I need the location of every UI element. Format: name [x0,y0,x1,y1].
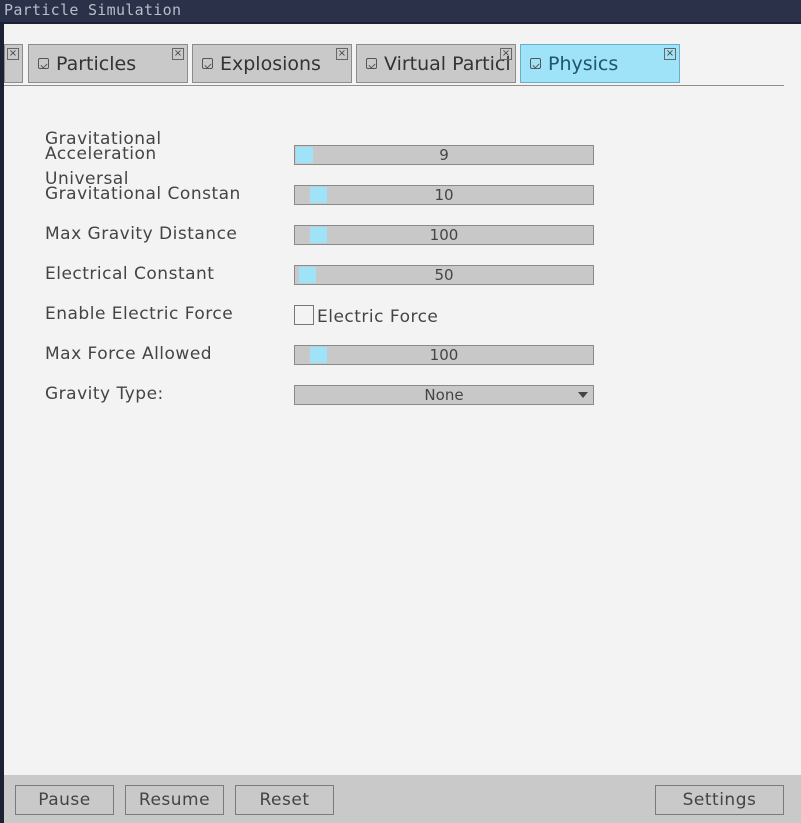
tab-strip: × Particles × Explosions × Virtual Parti… [4,44,784,86]
bottom-toolbar: Pause Resume Reset Settings [4,775,801,823]
max-gravity-distance-label: Max Gravity Distance [45,224,238,244]
label-line: Acceleration [45,144,157,164]
resume-button[interactable]: Resume [125,785,224,815]
slider-value: 100 [429,346,459,364]
dropdown-value: None [424,386,464,404]
max-force-allowed-slider[interactable]: 100 [294,345,594,365]
electrical-constant-slider[interactable]: 50 [294,265,594,285]
electric-force-checkbox-label[interactable]: Electric Force [317,307,438,327]
image-icon [202,58,213,69]
pause-button[interactable]: Pause [15,785,114,815]
universal-gravitational-constant-label: Universal Gravitational Constan [45,171,241,204]
gravity-type-label: Gravity Type: [45,384,164,404]
tab-virtual-particles[interactable]: Virtual Particles × [356,44,516,83]
chevron-down-icon[interactable] [578,392,588,398]
slider-value: 100 [429,226,459,244]
enable-electric-force-label: Enable Electric Force [45,304,234,324]
tab-particles[interactable]: Particles × [28,44,188,83]
window-title: Particle Simulation [0,0,801,22]
close-icon[interactable]: × [664,48,676,60]
image-icon [366,58,377,69]
close-icon[interactable]: × [172,48,184,60]
image-icon [530,58,541,69]
slider-value: 10 [434,186,454,204]
close-icon[interactable]: × [7,48,19,60]
settings-button[interactable]: Settings [655,785,784,815]
slider-value: 50 [434,266,454,284]
reset-button[interactable]: Reset [235,785,334,815]
tab-label: Particles [56,53,137,75]
tab-hidden[interactable]: × [4,44,23,83]
gravity-type-dropdown[interactable]: None [294,385,594,405]
close-icon[interactable]: × [336,48,348,60]
slider-value: 9 [439,146,449,164]
label-line: Gravitational Constan [45,184,241,204]
image-icon [38,58,49,69]
tab-label: Explosions [220,53,321,75]
tab-explosions[interactable]: Explosions × [192,44,352,83]
tab-label: Virtual Particles [384,53,510,75]
tab-label: Physics [548,53,619,75]
gravitational-acceleration-label: Gravitational Acceleration [45,131,162,164]
close-icon[interactable]: × [500,48,512,60]
max-gravity-distance-slider[interactable]: 100 [294,225,594,245]
universal-gravitational-constant-slider[interactable]: 10 [294,185,594,205]
main-window: × Particles × Explosions × Virtual Parti… [4,24,801,823]
electric-force-checkbox[interactable] [294,305,314,325]
electrical-constant-label: Electrical Constant [45,264,215,284]
tab-physics[interactable]: Physics × [520,44,680,83]
gravitational-acceleration-slider[interactable]: 9 [294,145,594,165]
max-force-allowed-label: Max Force Allowed [45,344,213,364]
